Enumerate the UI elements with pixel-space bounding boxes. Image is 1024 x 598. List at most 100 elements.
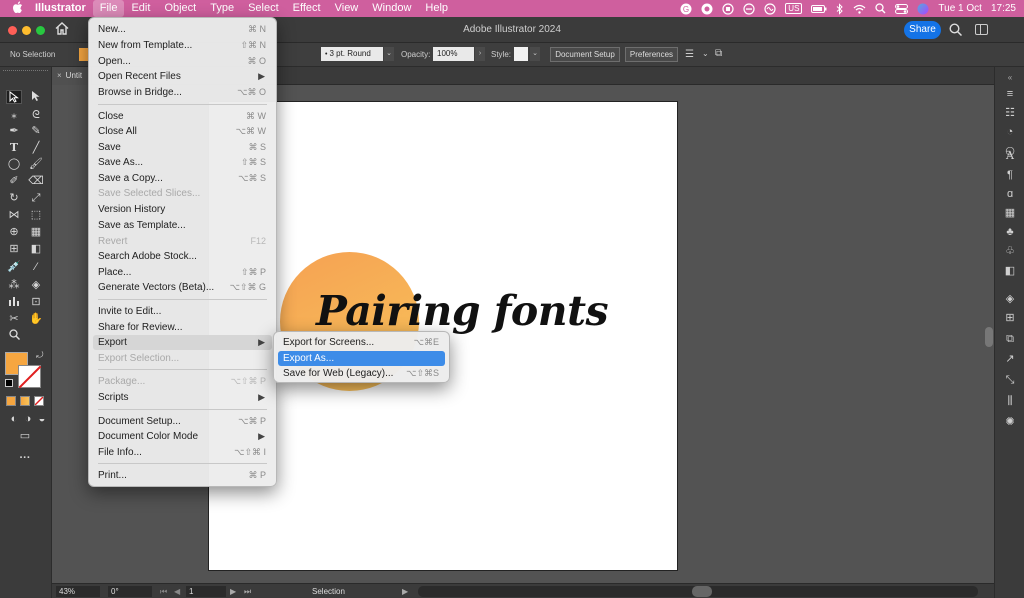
menu-object[interactable]: Object xyxy=(157,0,203,17)
horizontal-scrollbar-thumb[interactable] xyxy=(692,586,712,597)
search-icon[interactable] xyxy=(949,23,963,37)
menu-item-generate-vectors[interactable]: Generate Vectors (Beta)... ⌥⇧⌘ G xyxy=(93,280,272,295)
arrange-documents-icon[interactable]: ☰ xyxy=(685,49,694,60)
eraser-tool-icon[interactable]: ⌫ xyxy=(28,174,44,188)
stop-icon[interactable] xyxy=(722,2,734,15)
menu-item-search-adobe-stock[interactable]: Search Adobe Stock... xyxy=(93,249,272,264)
menu-item-close[interactable]: Close ⌘ W xyxy=(93,109,272,124)
previous-artboard-icon[interactable]: ◀ xyxy=(174,586,180,597)
menu-effect[interactable]: Effect xyxy=(286,0,328,17)
grammarly-icon[interactable]: G xyxy=(680,3,692,15)
appearance-panel-icon[interactable]: ✺ xyxy=(1003,415,1017,429)
pen-tool-icon[interactable]: ✒ xyxy=(6,124,22,138)
battery-icon[interactable] xyxy=(811,4,827,14)
creative-cloud-icon[interactable] xyxy=(701,3,713,15)
menu-help[interactable]: Help xyxy=(418,0,455,17)
preferences-button[interactable]: Preferences xyxy=(625,47,678,62)
default-fill-stroke-icon[interactable] xyxy=(5,379,13,387)
menu-type[interactable]: Type xyxy=(203,0,241,17)
menu-file[interactable]: File xyxy=(92,0,125,17)
clock-date[interactable]: Tue 1 Oct xyxy=(938,3,982,14)
document-tab[interactable]: × Untit xyxy=(52,67,92,85)
screen-mode-icon[interactable]: ▭ xyxy=(17,429,33,443)
transform-panel-icon[interactable]: ⤡ xyxy=(1003,373,1017,387)
gradient-panel-icon[interactable]: ◧ xyxy=(1003,264,1017,278)
chevron-down-icon[interactable]: ⌄ xyxy=(702,49,709,58)
close-tab-icon[interactable]: × xyxy=(57,71,62,80)
style-swatch[interactable] xyxy=(514,47,528,61)
type-tool-icon[interactable]: T xyxy=(6,141,22,155)
layers-panel-icon[interactable]: ◈ xyxy=(1003,292,1017,306)
direct-selection-tool-icon[interactable] xyxy=(28,90,44,104)
character-panel-icon[interactable]: A xyxy=(1003,149,1017,163)
brushes-panel-icon[interactable]: ♧ xyxy=(1003,244,1017,258)
links-panel-icon[interactable]: ⧉ xyxy=(1003,332,1017,346)
opacity-input[interactable]: 100% xyxy=(433,47,474,61)
style-dropdown[interactable]: ⌄ xyxy=(530,47,540,61)
libraries-panel-icon[interactable]: ☷ xyxy=(1003,106,1017,120)
menu-item-open[interactable]: Open... ⌘ O xyxy=(93,54,272,69)
menu-item-save-for-web-legacy[interactable]: Save for Web (Legacy)... ⌥⇧⌘S xyxy=(278,366,445,381)
last-artboard-icon[interactable]: ⏭ xyxy=(244,586,251,597)
menu-item-close-all[interactable]: Close All ⌥⌘ W xyxy=(93,124,272,139)
draw-inside-icon[interactable]: ◒ xyxy=(34,412,50,426)
symbol-sprayer-tool-icon[interactable]: ⁂ xyxy=(6,278,22,292)
menu-item-export[interactable]: Export ▶ xyxy=(93,335,272,350)
eyedropper-tool-icon[interactable]: 💉 xyxy=(6,260,22,274)
wifi-icon[interactable] xyxy=(853,4,866,14)
menu-item-new[interactable]: New... ⌘ N xyxy=(93,22,272,37)
shaper-tool-icon[interactable]: ✐ xyxy=(6,174,22,188)
clock-time[interactable]: 17:25 xyxy=(991,3,1016,14)
menu-item-new-from-template[interactable]: New from Template... ⇧⌘ N xyxy=(93,38,272,53)
zoom-level-select[interactable]: 43% xyxy=(56,586,100,597)
panel-grip[interactable] xyxy=(3,70,48,73)
asset-export-panel-icon[interactable]: ↗ xyxy=(1003,352,1017,366)
rotate-tool-icon[interactable]: ↻ xyxy=(6,191,22,205)
color-guide-panel-icon[interactable]: ◔ xyxy=(1003,125,1017,139)
menu-item-save-as-template[interactable]: Save as Template... xyxy=(93,218,272,233)
menu-item-browse-in-bridge[interactable]: Browse in Bridge... ⌥⌘ O xyxy=(93,85,272,100)
menu-item-file-info[interactable]: File Info... ⌥⇧⌘ I xyxy=(93,445,272,460)
perspective-grid-tool-icon[interactable]: ▦ xyxy=(28,225,44,239)
symbols-panel-icon[interactable]: ♣ xyxy=(1003,225,1017,239)
menu-item-invite-to-edit[interactable]: Invite to Edit... xyxy=(93,304,272,319)
menu-item-save-as[interactable]: Save As... ⇧⌘ S xyxy=(93,155,272,170)
paragraph-panel-icon[interactable]: ¶ xyxy=(1003,168,1017,182)
stroke-color-box[interactable] xyxy=(18,365,41,388)
swap-fill-stroke-icon[interactable]: ⤾ xyxy=(36,350,44,361)
align-panel-icon[interactable]: ⫼ xyxy=(1003,394,1017,408)
ellipse-tool-icon[interactable]: ◯ xyxy=(6,157,22,171)
free-transform-tool-icon[interactable]: ⬚ xyxy=(28,208,44,222)
menu-item-export-for-screens[interactable]: Export for Screens... ⌥⌘E xyxy=(278,335,445,350)
menu-window[interactable]: Window xyxy=(365,0,418,17)
menu-edit[interactable]: Edit xyxy=(124,0,157,17)
rotation-select[interactable]: 0° xyxy=(108,586,152,597)
menu-item-scripts[interactable]: Scripts ▶ xyxy=(93,390,272,405)
color-mode-icon[interactable] xyxy=(6,396,16,406)
collapse-panels-icon[interactable]: « xyxy=(1003,71,1017,85)
menu-item-place[interactable]: Place... ⇧⌘ P xyxy=(93,265,272,280)
symbol-tool-icon[interactable]: ◈ xyxy=(28,278,44,292)
wave-icon[interactable] xyxy=(764,2,776,15)
input-source-indicator[interactable]: US xyxy=(785,3,803,14)
scale-tool-icon[interactable]: ⤢ xyxy=(28,191,44,205)
menu-item-save[interactable]: Save ⌘ S xyxy=(93,140,272,155)
workspace-layout-icon[interactable] xyxy=(975,24,988,35)
selection-tool-icon[interactable] xyxy=(6,90,22,104)
menu-item-export-as[interactable]: Export As... xyxy=(278,351,445,366)
apple-icon[interactable] xyxy=(8,1,28,16)
blend-tool-icon[interactable]: ⁄ xyxy=(28,260,44,274)
menu-view[interactable]: View xyxy=(328,0,366,17)
menu-item-document-color-mode[interactable]: Document Color Mode ▶ xyxy=(93,429,272,444)
gradient-mode-icon[interactable] xyxy=(20,396,30,406)
menu-item-document-setup[interactable]: Document Setup... ⌥⌘ P xyxy=(93,414,272,429)
artboards-panel-icon[interactable]: ⊞ xyxy=(1003,311,1017,325)
minus-circle-icon[interactable] xyxy=(743,2,755,15)
width-tool-icon[interactable]: ⋈ xyxy=(6,208,22,222)
none-mode-icon[interactable] xyxy=(34,396,44,406)
artboard-text[interactable]: Pairing fonts xyxy=(316,287,609,335)
menu-item-print[interactable]: Print... ⌘ P xyxy=(93,468,272,483)
puppet-warp-icon[interactable]: ⧉ xyxy=(715,48,722,59)
status-menu-arrow-icon[interactable]: ▶ xyxy=(402,586,408,597)
lasso-tool-icon[interactable]: ᘓ xyxy=(28,108,44,122)
